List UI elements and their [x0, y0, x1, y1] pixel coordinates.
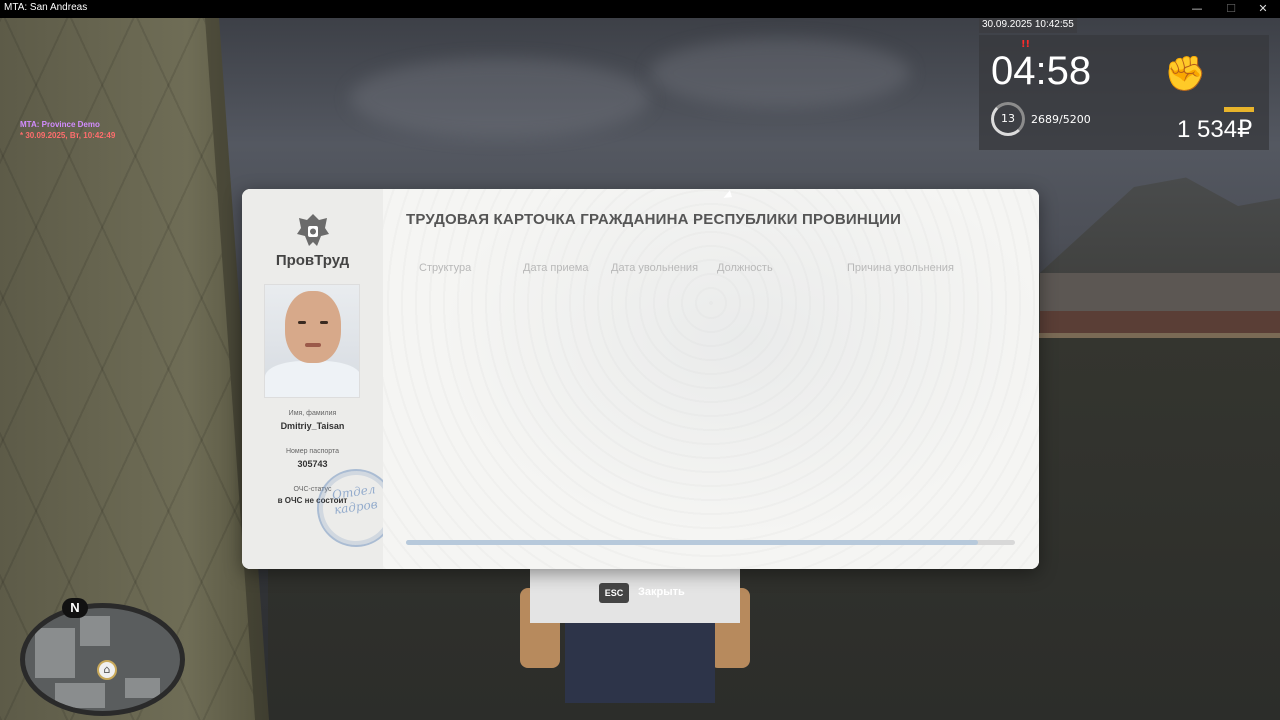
passport-value: 305743: [297, 459, 328, 469]
map-block: [80, 616, 110, 646]
citizen-photo: [264, 284, 360, 398]
column-header-position: Должность: [717, 262, 773, 274]
name-label: Имя, фамилия: [288, 410, 337, 417]
money-display: 1 534₽: [1177, 116, 1253, 143]
minimap: ⌂: [20, 603, 185, 716]
home-blip-icon: ⌂: [97, 660, 117, 680]
scrollbar-thumb[interactable]: [406, 540, 979, 545]
passport-label: Номер паспорта: [285, 448, 340, 455]
hunger-bar: [1224, 107, 1254, 112]
column-header-structure: Структура: [419, 262, 472, 274]
experience-counter: 2689/5200: [1031, 113, 1091, 126]
column-header-dismissal-reason: Причина увольнения: [847, 262, 954, 274]
building-roof: [1040, 273, 1280, 311]
player-pants: [565, 623, 715, 703]
column-header-dismissal-date: Дата увольнения: [611, 262, 699, 274]
north-marker: N: [62, 598, 88, 618]
hud-datetime: 30.09.2025 10:42:55: [979, 18, 1077, 33]
photo-eye: [320, 321, 328, 324]
cloud: [350, 58, 650, 138]
photo-eye: [298, 321, 306, 324]
photo-mouth: [305, 343, 321, 347]
window-titlebar: MTA: San Andreas — ☐ ✕: [0, 0, 1280, 18]
card-sidebar: ПровТруд Имя, фамилия Dmitriy_Taisan Ном…: [242, 189, 401, 569]
player-character: [520, 548, 750, 703]
fist-icon: ✊: [1164, 54, 1207, 94]
hud-panel: !! 04:58 13 2689/5200 ✊ 1 534₽: [979, 35, 1269, 150]
column-header-hire-date: Дата приема: [523, 262, 589, 274]
level-ring: 13: [991, 102, 1025, 136]
org-name: ПровТруд: [275, 252, 350, 269]
close-label[interactable]: Закрыть: [638, 586, 685, 598]
debug-datetime: * 30.09.2025, Вт, 10:42:49: [20, 131, 116, 140]
work-card-modal: ПровТруд Имя, фамилия Dmitriy_Taisan Ном…: [242, 189, 1039, 569]
minimize-button[interactable]: —: [1180, 0, 1214, 18]
map-block: [55, 683, 105, 708]
map-block: [35, 628, 75, 678]
server-label: MTA: Province Demo: [20, 120, 100, 129]
close-window-button[interactable]: ✕: [1246, 0, 1280, 18]
horizontal-scrollbar[interactable]: [406, 540, 1015, 545]
card-title: ТРУДОВАЯ КАРТОЧКА ГРАЖДАНИНА РЕСПУБЛИКИ …: [406, 211, 902, 228]
photo-face: [285, 291, 341, 363]
game-clock: 04:58: [991, 49, 1092, 93]
coat-of-arms-icon: [297, 214, 329, 246]
esc-key[interactable]: ESC: [599, 583, 629, 603]
card-content: [383, 189, 1039, 569]
cloud: [650, 38, 910, 108]
window-title: MTA: San Andreas: [4, 2, 88, 13]
map-block: [125, 678, 160, 698]
name-value: Dmitriy_Taisan: [280, 421, 345, 431]
maximize-button[interactable]: ☐: [1214, 0, 1248, 18]
photo-shirt: [265, 361, 359, 397]
